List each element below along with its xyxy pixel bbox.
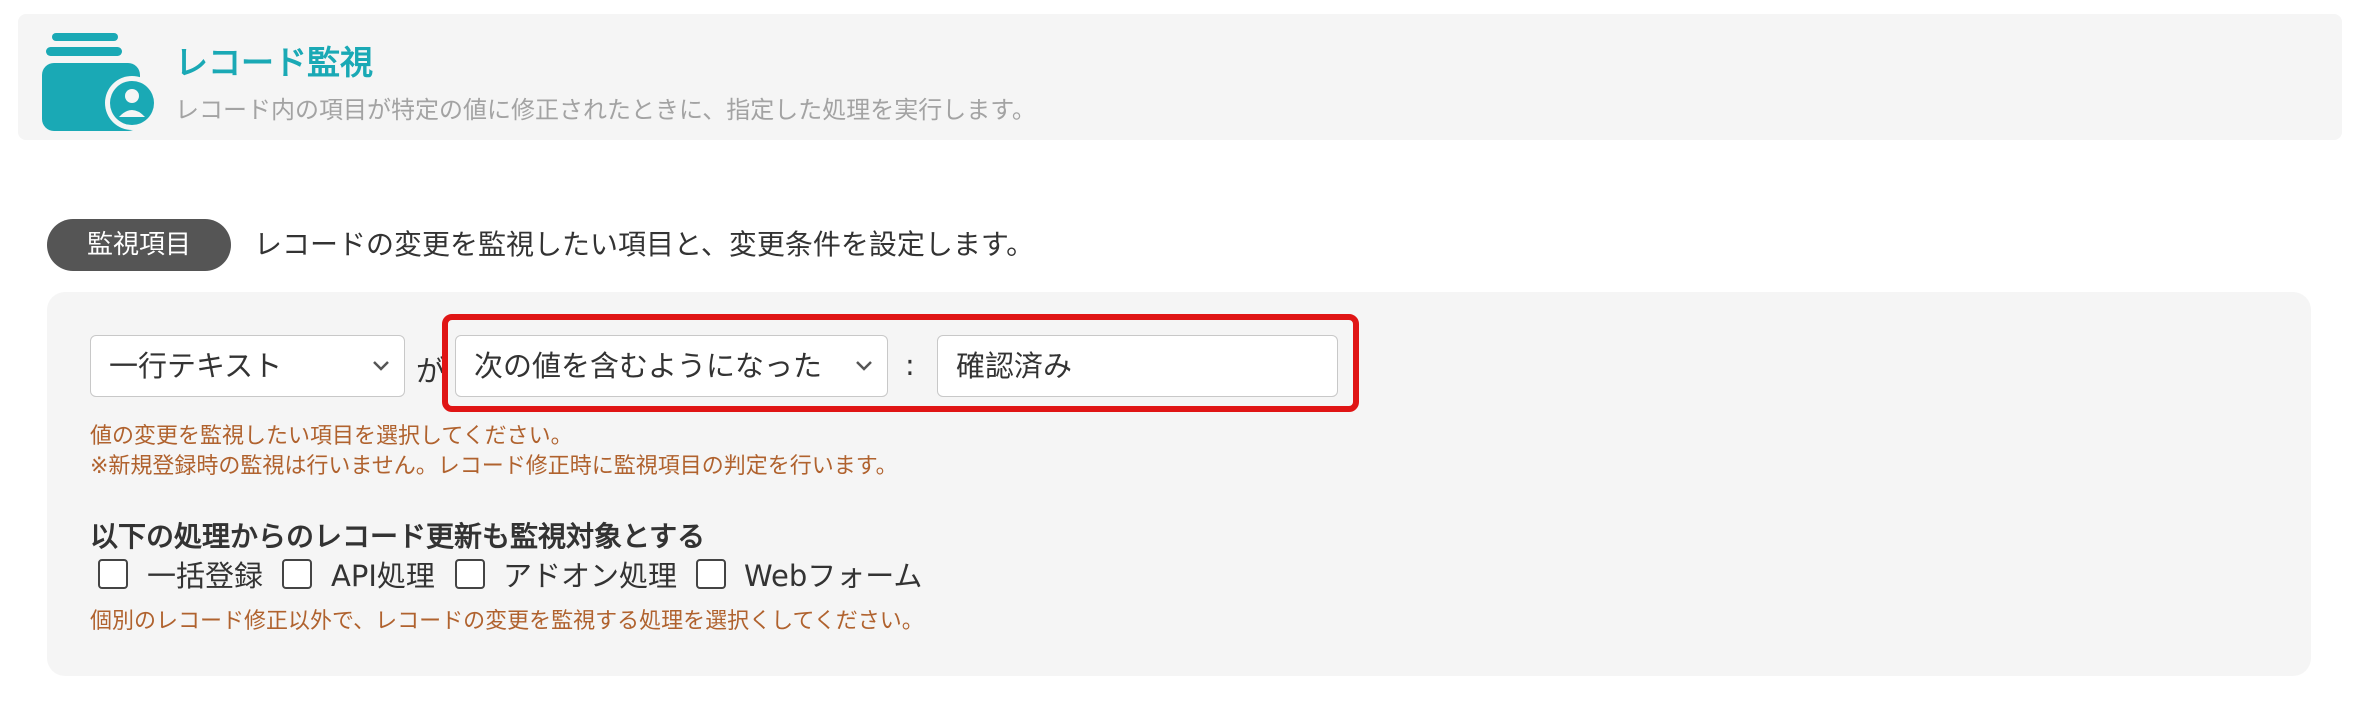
- field-note: ※新規登録時の監視は行いません。レコード修正時に監視項目の判定を行います。: [90, 454, 898, 479]
- addon-label[interactable]: アドオン処理: [503, 553, 677, 595]
- record-monitor-icon: [42, 33, 158, 131]
- section-badge: 監視項目: [47, 219, 231, 271]
- bulk-register-checkbox[interactable]: [98, 559, 128, 589]
- chevron-down-icon: [856, 361, 872, 371]
- also-monitor-title: 以下の処理からのレコード更新も監視対象とする: [90, 520, 706, 553]
- field-select-value: 一行テキスト: [109, 349, 283, 383]
- page-description: レコード内の項目が特定の値に修正されたときに、指定した処理を実行します。: [175, 96, 1036, 124]
- field-select[interactable]: 一行テキスト: [90, 335, 405, 397]
- condition-select[interactable]: 次の値を含むようになった: [455, 335, 888, 397]
- webform-checkbox[interactable]: [696, 559, 726, 589]
- addon-checkbox[interactable]: [455, 559, 485, 589]
- connector-text: が: [416, 354, 446, 388]
- section-description: レコードの変更を監視したい項目と、変更条件を設定します。: [254, 228, 1035, 261]
- condition-value-input[interactable]: 確認済み: [937, 335, 1338, 397]
- api-label[interactable]: API処理: [331, 553, 435, 595]
- bulk-register-label[interactable]: 一括登録: [147, 553, 263, 595]
- also-monitor-hint: 個別のレコード修正以外で、レコードの変更を監視する処理を選択くしてください。: [90, 609, 924, 634]
- page-title: レコード監視: [175, 43, 373, 82]
- condition-select-value: 次の値を含むようになった: [474, 349, 823, 383]
- webform-label[interactable]: Webフォーム: [744, 553, 922, 595]
- field-hint: 値の変更を監視したい項目を選択してください。: [90, 424, 573, 449]
- separator-colon: :: [905, 348, 915, 382]
- page-header: レコード監視 レコード内の項目が特定の値に修正されたときに、指定した処理を実行し…: [18, 14, 2342, 140]
- api-checkbox[interactable]: [282, 559, 312, 589]
- chevron-down-icon: [373, 361, 389, 371]
